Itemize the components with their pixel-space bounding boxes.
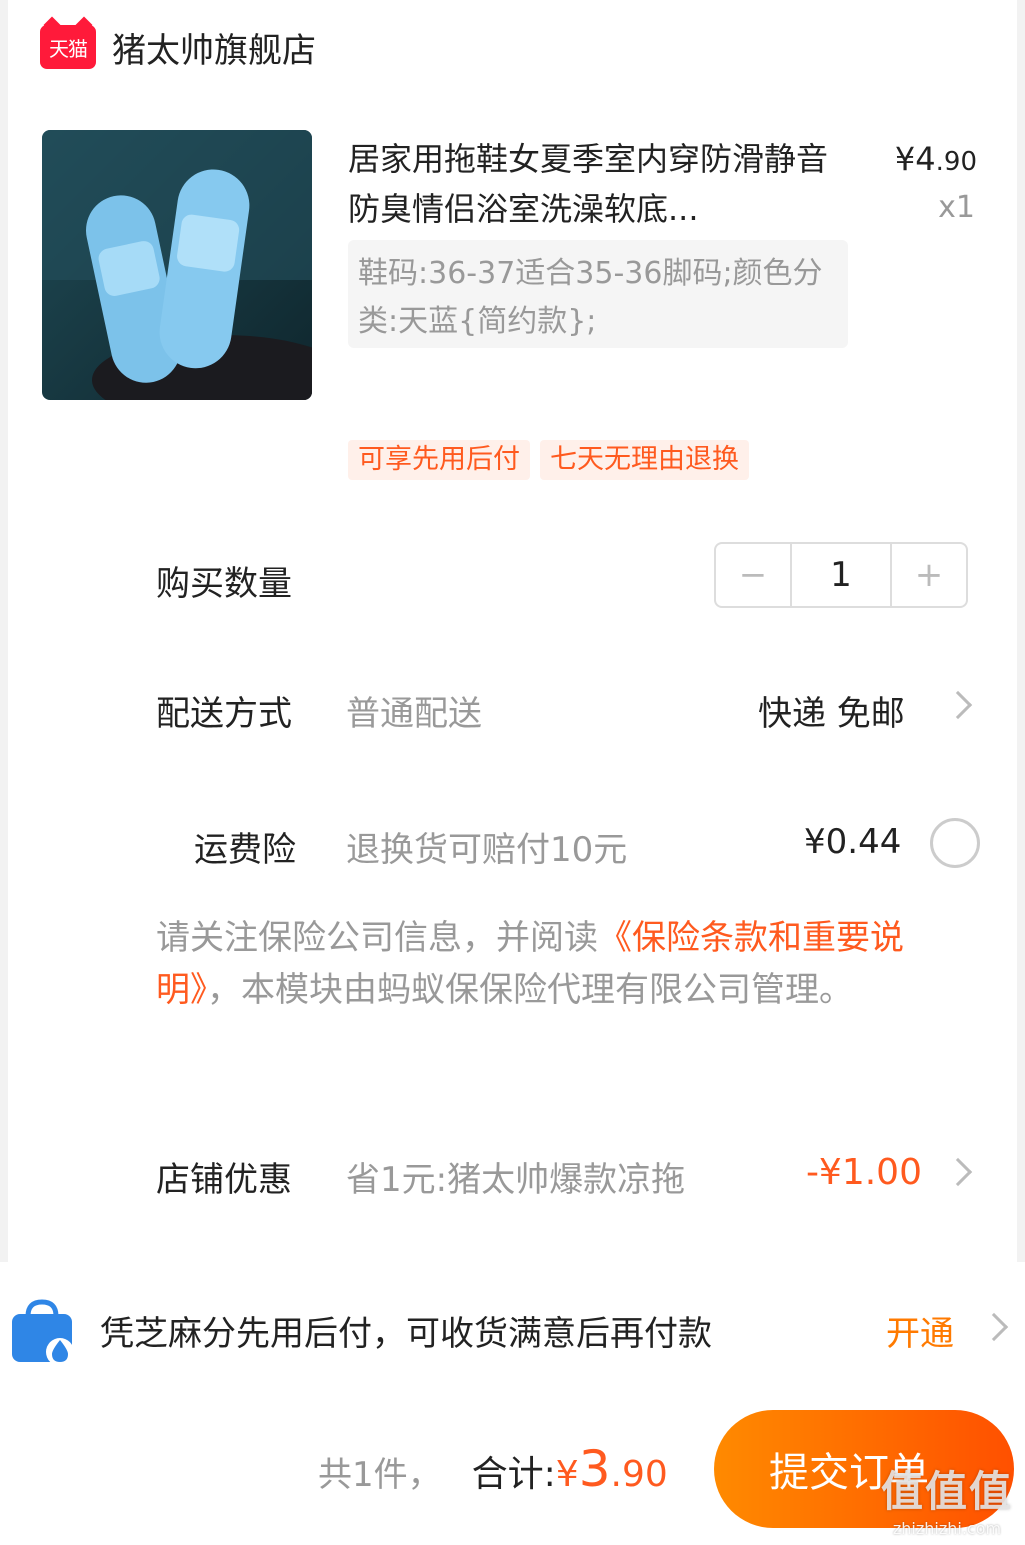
service-tags: 可享先用后付 七天无理由退换 (348, 440, 749, 480)
tmall-badge-text: 天猫 (49, 36, 88, 61)
tag-return: 七天无理由退换 (540, 440, 749, 480)
price-dec: .90 (935, 147, 977, 177)
delivery-method: 普通配送 (346, 694, 482, 734)
sku-spec[interactable]: 鞋码:36-37适合35-36脚码;颜色分类:天蓝{简约款}; (348, 240, 848, 348)
coupon-value: -¥1.00 (805, 1152, 922, 1193)
credit-text: 凭芝麻分先用后付，可收货满意后再付款 (100, 1314, 712, 1354)
notice-text-pre: 请关注保险公司信息，并阅读 (156, 918, 598, 958)
insurance-desc: 退换货可赔付10元 (346, 830, 628, 870)
coupon-desc: 省1元:猪太帅爆款凉拖 (346, 1160, 686, 1200)
quantity-value[interactable]: 1 (790, 544, 892, 606)
site-watermark: 值值值 zhizhizhi.com (872, 1458, 1022, 1538)
watermark-logo: 值值值 (880, 1467, 1013, 1516)
shopping-bag-icon (12, 1299, 74, 1366)
order-card: 天猫 猪太帅旗舰店 居家用拖鞋女夏季室内穿防滑静音防臭情侣浴室洗澡软底... ¥… (8, 0, 1017, 1262)
product-title[interactable]: 居家用拖鞋女夏季室内穿防滑静音防臭情侣浴室洗澡软底... (348, 134, 828, 234)
tag-pay-later: 可享先用后付 (348, 440, 530, 480)
store-header[interactable]: 天猫 猪太帅旗舰店 (40, 22, 316, 72)
product-price: ¥4.90 (895, 140, 977, 178)
notice-text-post: ，本模块由蚂蚁保保险代理有限公司管理。 (207, 970, 853, 1010)
chevron-right-icon (943, 690, 973, 720)
total-currency: ¥ (555, 1454, 579, 1495)
total-area: 共1件， 合计: ¥ 3 .90 (318, 1440, 668, 1498)
insurance-notice: 请关注保险公司信息，并阅读《保险条款和重要说明》，本模块由蚂蚁保保险代理有限公司… (156, 912, 986, 1016)
quantity-stepper[interactable]: − 1 + (714, 542, 968, 608)
chevron-right-icon (979, 1312, 1009, 1342)
total-dec: .90 (610, 1454, 668, 1495)
price-symbol: ¥ (894, 140, 916, 178)
store-name: 猪太帅旗舰店 (112, 30, 316, 71)
coupon-label: 店铺优惠 (156, 1160, 292, 1200)
open-credit-button[interactable]: 开通 (886, 1306, 954, 1355)
item-count: 共1件， (318, 1455, 442, 1495)
minus-button[interactable]: − (716, 544, 790, 606)
total-int: 3 (578, 1440, 611, 1498)
delivery-label: 配送方式 (156, 694, 292, 734)
delivery-value: 快递 免邮 (758, 694, 905, 734)
insurance-price: ¥0.44 (804, 822, 902, 862)
tmall-logo-icon: 天猫 (40, 25, 96, 69)
total-label: 合计: (471, 1454, 556, 1495)
credit-pay-later-row[interactable]: 凭芝麻分先用后付，可收货满意后再付款 开通 (0, 1262, 1025, 1392)
chevron-right-icon (943, 1157, 973, 1187)
product-image[interactable] (42, 130, 312, 400)
watermark-url: zhizhizhi.com (892, 1519, 1002, 1538)
product-quantity: x1 (938, 190, 975, 225)
price-int: 4 (915, 140, 936, 178)
insurance-radio[interactable] (930, 818, 980, 868)
plus-button[interactable]: + (892, 544, 966, 606)
quantity-label: 购买数量 (156, 564, 292, 604)
slipper-product-icon (42, 130, 312, 400)
insurance-label: 运费险 (194, 830, 296, 870)
